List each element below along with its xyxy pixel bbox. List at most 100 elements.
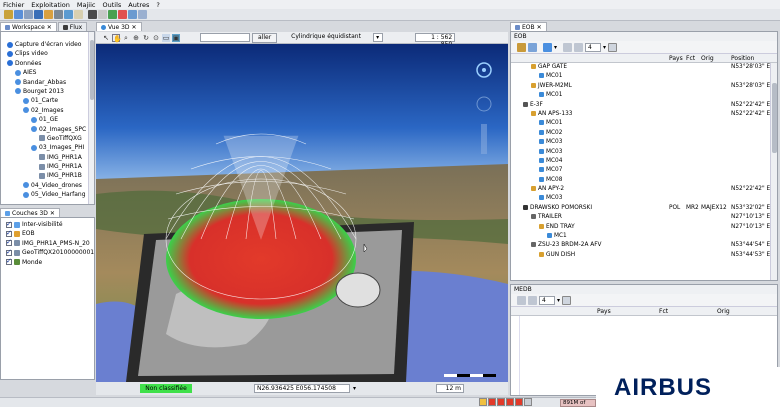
tree-item[interactable]: AIES <box>1 68 94 77</box>
tab-flux[interactable]: Flux <box>57 22 88 31</box>
layer-checkbox[interactable] <box>6 220 12 229</box>
3d-scene[interactable] <box>96 44 508 382</box>
menu-item[interactable]: Exploitation <box>31 1 70 9</box>
import-icon[interactable] <box>34 10 43 19</box>
tree-item[interactable]: Bandar_Abbas <box>1 78 94 87</box>
info-icon[interactable] <box>524 398 532 406</box>
medb-level-select[interactable]: 4 <box>539 295 555 305</box>
table-row[interactable]: AN APY-2 N52°22'42" E <box>511 185 777 194</box>
layer-item[interactable]: IMG_PHR1A_PMS-N_20 <box>1 238 94 248</box>
table-row[interactable]: GUN DISH N53°44'53" E <box>511 251 777 260</box>
sync-icon[interactable] <box>608 42 618 52</box>
column-header[interactable]: Pays <box>669 54 683 63</box>
close-icon[interactable]: ✕ <box>47 24 52 31</box>
tree-item[interactable]: 03_Images_PHI <box>1 143 94 152</box>
collapse-icon[interactable] <box>528 295 537 305</box>
search-input[interactable] <box>200 33 250 42</box>
level-dropdown-icon[interactable]: ▾ <box>603 44 606 51</box>
pan-icon[interactable]: ✋ <box>112 33 122 43</box>
tree-item[interactable]: 01_GE <box>1 115 94 124</box>
expand-icon[interactable] <box>517 295 526 305</box>
table-row[interactable]: MC07 <box>511 166 777 175</box>
tab-layers[interactable]: Couches 3D ✕ <box>0 208 60 217</box>
layer-item[interactable]: Inter-visibilité <box>1 220 94 229</box>
table-row[interactable]: MC03 <box>511 138 777 147</box>
scale-field[interactable]: 1 : 562 850 <box>415 33 456 48</box>
link-icon[interactable] <box>64 10 73 19</box>
close-icon[interactable] <box>118 10 127 19</box>
3d-view[interactable] <box>96 44 508 382</box>
export-icon[interactable] <box>24 10 33 19</box>
error-icon[interactable] <box>506 398 514 406</box>
target-icon[interactable]: ⊙ <box>152 34 160 42</box>
rotate-icon[interactable]: ↻ <box>142 34 150 42</box>
measure-icon[interactable]: ▭ <box>162 33 170 42</box>
column-header[interactable]: Position <box>731 54 754 63</box>
layer-item[interactable]: GeoTiffQX20100000001 <box>1 248 94 257</box>
zoom-in-icon[interactable]: ⊕ <box>132 34 140 42</box>
error-icon[interactable] <box>488 398 496 406</box>
column-pays[interactable]: Pays <box>597 307 611 316</box>
filter-icon[interactable] <box>528 42 537 52</box>
zoom-slider[interactable] <box>481 124 487 154</box>
zoom-icon[interactable]: ⌕ <box>122 34 130 42</box>
close-icon[interactable]: ✕ <box>537 24 542 31</box>
tree-item[interactable]: Clips video <box>1 49 94 58</box>
table-row[interactable]: MC03 <box>511 194 777 203</box>
go-button[interactable]: aller <box>252 32 278 43</box>
level-dropdown-icon[interactable]: ▾ <box>557 297 560 304</box>
tree-item[interactable]: 04_Video_drones <box>1 181 94 190</box>
link-dropdown-icon[interactable]: ▾ <box>554 44 557 51</box>
table-row[interactable]: END TRAY N27°10'13" E <box>511 223 777 232</box>
scrollbar-thumb[interactable] <box>90 40 94 100</box>
menu-item[interactable]: Outils <box>103 1 122 9</box>
tree-item[interactable]: IMG_PHR1A <box>1 162 94 171</box>
open-icon[interactable] <box>517 42 526 52</box>
table-row[interactable]: MC01 <box>511 119 777 128</box>
folder-icon[interactable] <box>44 10 53 19</box>
expand-icon[interactable] <box>563 42 573 52</box>
table-row[interactable]: MC02 <box>511 129 777 138</box>
eob-level-select[interactable]: 4 <box>585 42 602 52</box>
terrain-icon[interactable]: ▣ <box>172 33 180 42</box>
settings-icon[interactable] <box>98 10 107 19</box>
error-icon[interactable] <box>515 398 523 406</box>
column-header[interactable]: Fct <box>686 54 695 63</box>
alert-icon[interactable] <box>479 398 487 406</box>
layers-icon[interactable] <box>138 10 147 19</box>
save-icon[interactable] <box>14 10 23 19</box>
refresh-icon[interactable] <box>128 10 137 19</box>
eob-scrollbar[interactable] <box>770 63 777 280</box>
doc-icon[interactable] <box>74 10 83 19</box>
table-row[interactable]: MC04 <box>511 157 777 166</box>
column-header[interactable]: Orig <box>701 54 714 63</box>
tree-item[interactable]: IMG_PHR1B <box>1 171 94 180</box>
menu-item[interactable]: Autres <box>128 1 149 9</box>
tree-item[interactable]: 05_Video_Harfang <box>1 190 94 199</box>
tree-scrollbar[interactable] <box>88 32 94 204</box>
close-icon[interactable]: ✕ <box>131 24 136 31</box>
menu-item[interactable]: ? <box>156 1 159 9</box>
layer-checkbox[interactable] <box>6 248 12 257</box>
projection-dropdown[interactable]: ▾ <box>373 33 384 42</box>
table-row[interactable]: E-3F N52°22'42" E <box>511 101 777 110</box>
layer-checkbox[interactable] <box>6 238 12 248</box>
layer-item[interactable]: Monde <box>1 257 94 267</box>
check-icon[interactable] <box>108 10 117 19</box>
table-row[interactable]: GAP GATE N53°28'03" E <box>511 63 777 72</box>
tree-item[interactable]: Données <box>1 59 94 68</box>
tab-workspace[interactable]: Workspace ✕ <box>0 22 57 31</box>
close-icon[interactable]: ✕ <box>50 210 55 217</box>
table-row[interactable]: ZSU-23 BRDM-2A AFV N53°44'54" E <box>511 241 777 250</box>
table-row[interactable]: MC01 <box>511 91 777 100</box>
layer-checkbox[interactable] <box>6 229 12 238</box>
layer-checkbox[interactable] <box>6 257 12 266</box>
print-icon[interactable] <box>54 10 63 19</box>
tree-item[interactable]: Bourget 2013 <box>1 87 94 96</box>
table-row[interactable]: DRAWSKO POMORSKI POL MR2 MAJEX12 N53°32'02" … <box>511 204 777 213</box>
menu-item[interactable]: Majiic <box>77 1 96 9</box>
layer-item[interactable]: EOB <box>1 229 94 238</box>
tree-item[interactable]: 02_Images <box>1 106 94 115</box>
link-icon[interactable] <box>543 42 552 52</box>
table-row[interactable]: MC01 <box>511 72 777 81</box>
